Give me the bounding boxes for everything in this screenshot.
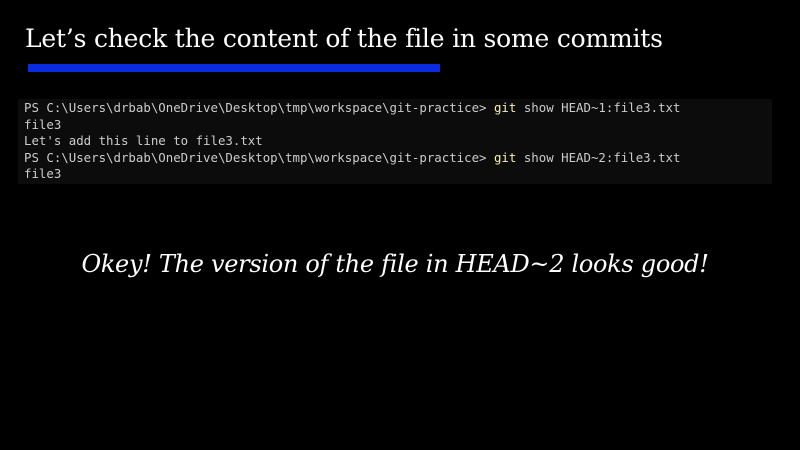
terminal-command-line: PS C:\Users\drbab\OneDrive\Desktop\tmp\w… <box>24 150 772 167</box>
terminal-prompt: PS C:\Users\drbab\OneDrive\Desktop\tmp\w… <box>24 149 494 165</box>
terminal-output-line: Let's add this line to file3.txt <box>24 133 263 149</box>
slide: Let’s check the content of the file in s… <box>0 0 800 450</box>
terminal-command-args: show HEAD~2:file3.txt <box>516 149 681 165</box>
terminal-prompt: PS C:\Users\drbab\OneDrive\Desktop\tmp\w… <box>24 100 494 115</box>
terminal-output-line: file3 <box>24 166 62 182</box>
terminal-screenshot: PS C:\Users\drbab\OneDrive\Desktop\tmp\w… <box>18 99 772 184</box>
terminal-command-args: show HEAD~1:file3.txt <box>516 100 681 115</box>
terminal-git-command: git <box>493 100 517 115</box>
title-underline <box>28 64 440 72</box>
terminal-command-line: PS C:\Users\drbab\OneDrive\Desktop\tmp\w… <box>24 100 772 117</box>
terminal-git-command: git <box>493 149 517 165</box>
slide-caption: Okey! The version of the file in HEAD~2 … <box>81 250 709 278</box>
terminal-output-line: file3 <box>24 116 62 132</box>
slide-title: Let’s check the content of the file in s… <box>25 24 663 53</box>
